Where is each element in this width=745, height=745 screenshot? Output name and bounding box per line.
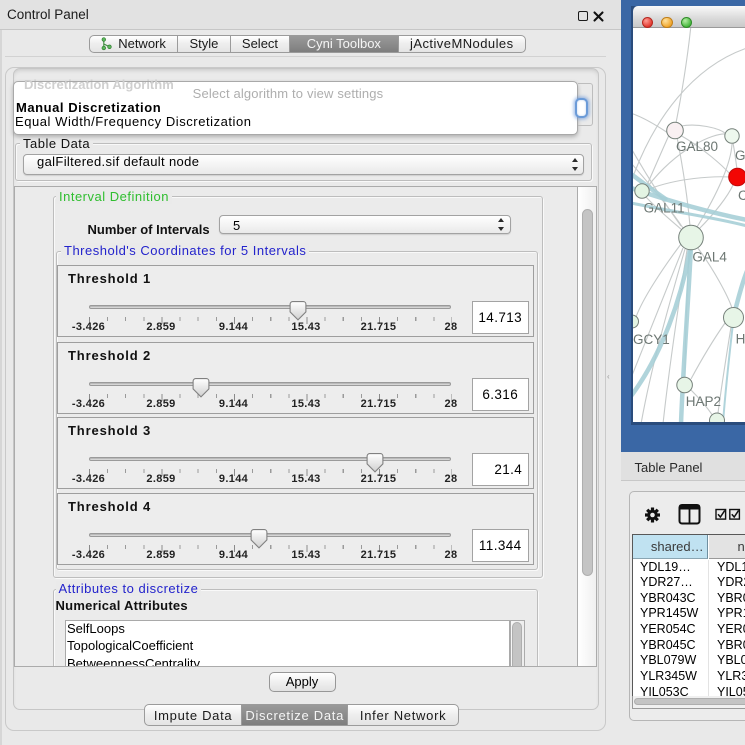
svg-text:GAL4: GAL4 [692,249,727,264]
svg-text:GAL11: GAL11 [644,200,685,215]
svg-text:H: H [736,331,745,346]
svg-text:C: C [738,188,745,203]
svg-text:HAP2: HAP2 [686,394,721,409]
svg-text:GCY1: GCY1 [633,332,670,347]
svg-text:GAL80: GAL80 [676,139,718,154]
svg-text:GA: GA [735,148,745,163]
